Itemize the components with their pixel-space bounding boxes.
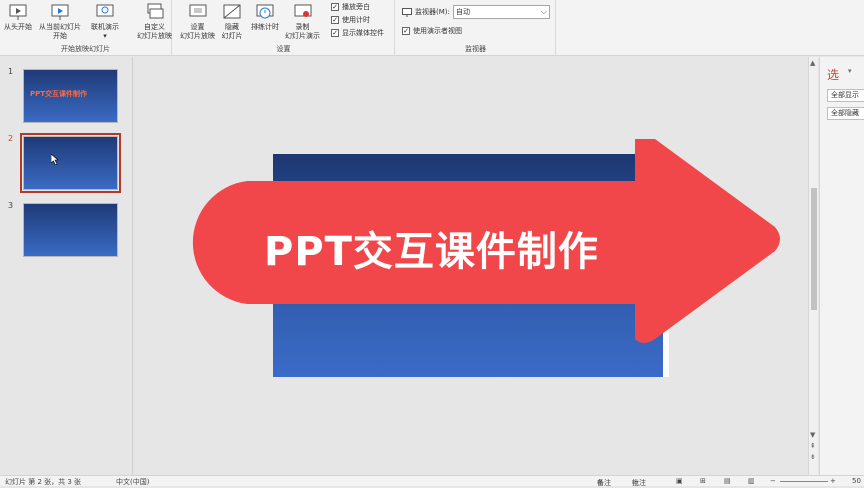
reading-view-icon[interactable]: ▤ <box>724 477 731 485</box>
custom-label-1: 自定义 <box>144 23 165 31</box>
zoom-in-icon[interactable]: + <box>830 477 836 485</box>
setup-group-title: 设置 <box>276 45 291 53</box>
presenter-view-label: 使用演示者视图 <box>413 27 462 35</box>
use-timings-checkbox[interactable]: ✓ 使用计时 <box>331 15 370 25</box>
play-narration-label: 播放旁白 <box>342 3 370 11</box>
use-timings-label: 使用计时 <box>342 16 370 24</box>
checkmark-icon: ✓ <box>331 15 339 24</box>
hide-all-button[interactable]: 全部隐藏 <box>827 107 864 120</box>
from-current-label-1: 从当前幻灯片 <box>39 23 81 31</box>
slide-thumbnail-2[interactable] <box>20 133 121 193</box>
record-label-2: 幻灯片演示 <box>285 32 320 40</box>
slide-thumbnail-3[interactable] <box>23 203 118 257</box>
monitor-select[interactable]: 自动 ⌵ <box>453 5 550 19</box>
pane-options-icon[interactable]: ▾ <box>848 67 852 75</box>
checkmark-icon: ✓ <box>402 26 410 35</box>
slide-editing-area[interactable]: PPT交互课件制作 <box>134 57 808 475</box>
comments-label: 批注 <box>632 479 646 487</box>
slide-thumbnail-1[interactable]: PPT交互课件制作 <box>23 69 118 123</box>
presenter-view-checkbox[interactable]: ✓ 使用演示者视图 <box>402 26 462 36</box>
rehearse-label: 排练计时 <box>251 23 279 31</box>
setup-group: 设置 幻灯片放映 隐藏 幻灯片 排练计时 录制 幻灯片演示 ✓ 播放旁白 ✓ 使… <box>173 0 395 56</box>
checkmark-icon: ✓ <box>331 28 339 37</box>
zoom-slider[interactable] <box>780 481 828 482</box>
pane-title: 选 <box>827 68 840 82</box>
chevron-down-icon: ▾ <box>103 32 107 40</box>
checkmark-icon: ✓ <box>331 2 339 11</box>
record-icon <box>294 4 311 17</box>
custom-slideshow-icon <box>147 3 163 19</box>
slide-thumbnail-panel: 1 PPT交互课件制作 2 3 <box>0 57 133 475</box>
online-present-label: 联机演示 <box>91 23 119 31</box>
rehearse-timings-button[interactable]: 排练计时 <box>251 2 279 32</box>
mouse-cursor-icon <box>51 154 59 165</box>
hide-slide-button[interactable]: 隐藏 幻灯片 <box>221 2 243 41</box>
setup-show-icon <box>189 4 206 17</box>
setup-show-button[interactable]: 设置 幻灯片放映 <box>180 2 215 41</box>
previous-slide-icon[interactable]: ⇞ <box>810 442 816 450</box>
notes-label: 备注 <box>597 479 611 487</box>
slide-sorter-icon[interactable]: ⊞ <box>700 477 706 485</box>
hide-slide-label-1: 隐藏 <box>225 23 239 31</box>
thumbnail-title: PPT交互课件制作 <box>30 90 88 98</box>
selection-pane: 选 ▾ 全部显示 全部隐藏 <box>819 57 864 475</box>
monitor-label: 监视器(M): <box>415 8 450 16</box>
slideshow-view-icon[interactable]: ▥ <box>748 477 755 485</box>
custom-label-2: 幻灯片放映 <box>137 32 172 40</box>
from-current-label-2: 开始 <box>53 32 67 40</box>
hide-slide-icon <box>223 4 241 19</box>
start-slideshow-group: 从头开始 从当前幻灯片 开始 联机演示 ▾ 自定义 幻灯片放映 开始放映幻灯片 <box>0 0 172 56</box>
online-present-icon <box>96 4 114 17</box>
status-bar: 幻灯片 第 2 张，共 3 张 中文(中国) ≡ 备注 ▭ 批注 ▣ ⊞ ▤ ▥… <box>0 475 864 487</box>
hide-slide-label-2: 幻灯片 <box>221 32 243 40</box>
arrow-text[interactable]: PPT交互课件制作 <box>264 219 599 277</box>
zoom-level[interactable]: 50 <box>852 477 861 485</box>
zoom-out-icon[interactable]: − <box>770 477 776 485</box>
scroll-down-icon[interactable]: ▼ <box>810 431 815 439</box>
normal-view-icon[interactable]: ▣ <box>676 477 683 485</box>
slideshow-play-icon <box>9 4 27 20</box>
monitor-icon <box>402 7 412 17</box>
chevron-down-icon: ⌵ <box>540 7 547 16</box>
show-media-label: 显示媒体控件 <box>342 29 384 37</box>
from-current-button[interactable]: 从当前幻灯片 开始 <box>39 2 81 41</box>
slideshow-current-icon <box>51 4 69 20</box>
ribbon: 从头开始 从当前幻灯片 开始 联机演示 ▾ 自定义 幻灯片放映 开始放映幻灯片 … <box>0 0 864 56</box>
thumbnail-number: 1 <box>8 67 14 76</box>
from-beginning-label: 从头开始 <box>4 23 32 31</box>
show-media-controls-checkbox[interactable]: ✓ 显示媒体控件 <box>331 28 384 38</box>
monitor-label-row: 监视器(M): <box>402 7 450 17</box>
thumbnail-number: 3 <box>8 201 14 210</box>
show-all-button[interactable]: 全部显示 <box>827 89 864 102</box>
scrollbar-thumb[interactable] <box>811 188 817 310</box>
setup-show-label-1: 设置 <box>190 23 205 31</box>
next-slide-icon[interactable]: ⇟ <box>810 453 816 461</box>
from-beginning-button[interactable]: 从头开始 <box>4 2 32 32</box>
vertical-scrollbar[interactable]: ▲ ▼ ⇞ ⇟ <box>808 57 818 475</box>
monitors-group-title: 监视器 <box>465 45 486 53</box>
setup-show-label-2: 幻灯片放映 <box>180 32 215 40</box>
start-group-title: 开始放映幻灯片 <box>61 45 110 53</box>
scroll-up-icon[interactable]: ▲ <box>810 59 815 67</box>
online-present-button[interactable]: 联机演示 ▾ <box>91 2 119 41</box>
record-slideshow-button[interactable]: 录制 幻灯片演示 <box>285 2 320 41</box>
custom-slideshow-button[interactable]: 自定义 幻灯片放映 <box>137 2 172 41</box>
monitor-select-value: 自动 <box>456 8 470 16</box>
play-narration-checkbox[interactable]: ✓ 播放旁白 <box>331 2 370 12</box>
thumbnail-number: 2 <box>8 134 14 143</box>
record-label-1: 录制 <box>295 23 310 31</box>
stopwatch-icon <box>256 4 274 19</box>
